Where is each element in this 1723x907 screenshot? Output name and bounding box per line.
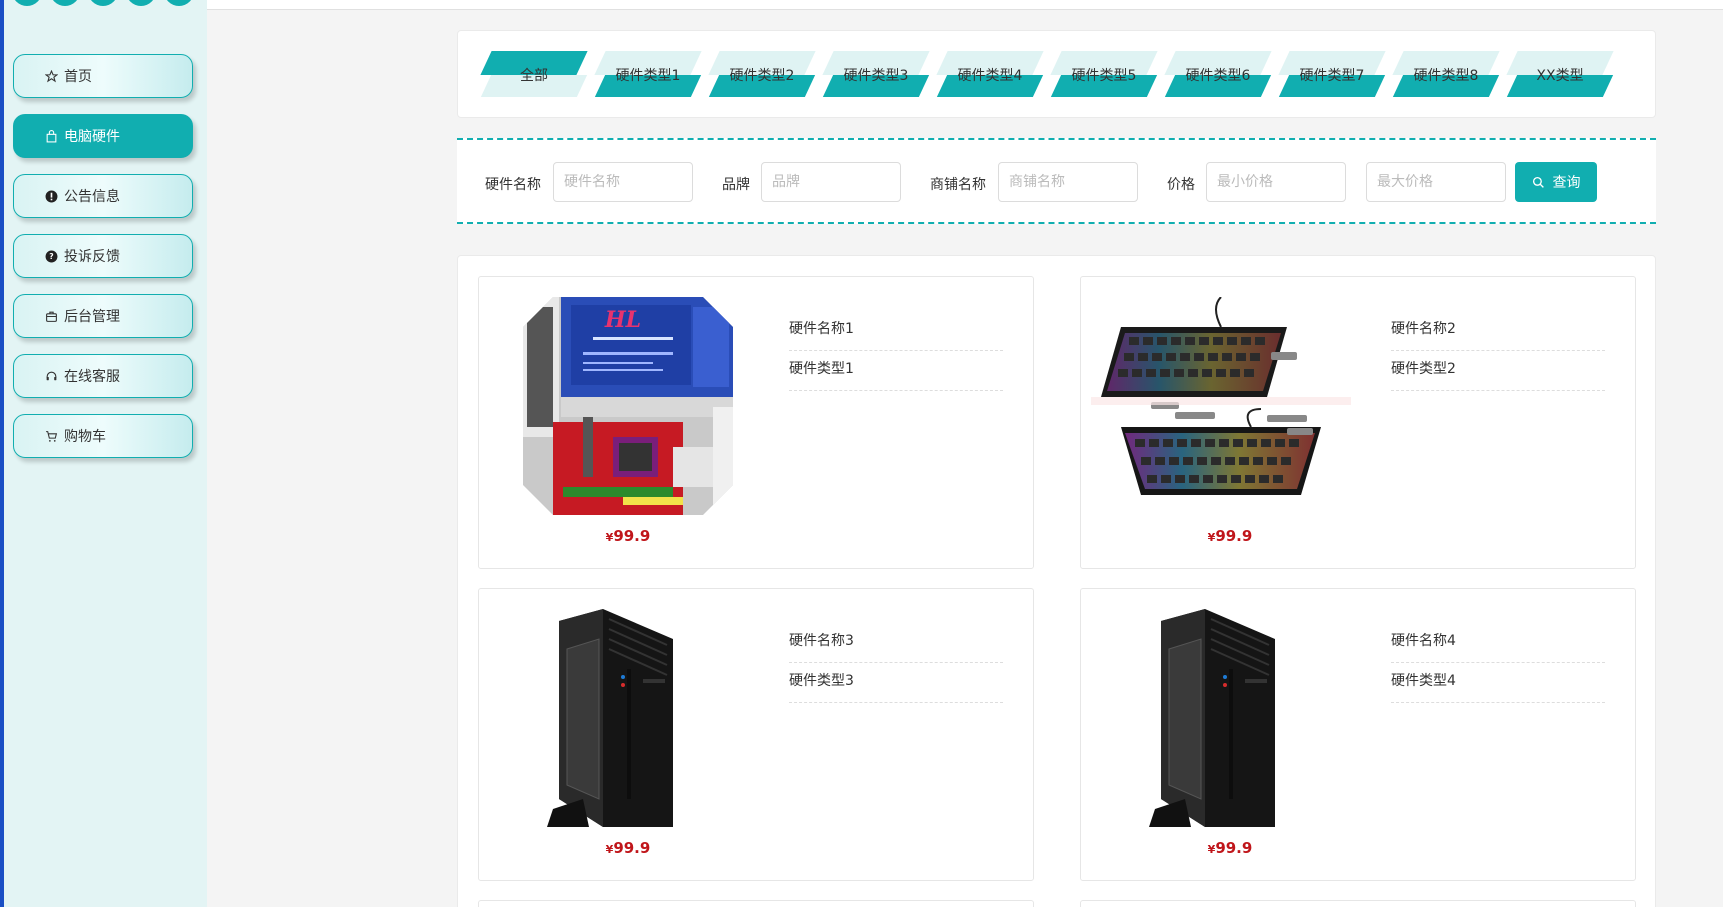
product-image-motherboard[interactable]: HL xyxy=(523,297,733,515)
product-card[interactable]: HL ¥99.9 硬件名称1 硬件类型1 xyxy=(478,276,1034,569)
sidebar-nav: 首页 电脑硬件 公告信息 ? 投诉反馈 后台管理 在线客服 购物车 xyxy=(13,54,193,474)
svg-text:?: ? xyxy=(49,252,53,261)
sidebar-item-label: 投诉反馈 xyxy=(64,249,120,265)
category-tab[interactable]: 硬件类型5 xyxy=(1048,51,1158,97)
category-tab[interactable]: 硬件类型7 xyxy=(1276,51,1386,97)
sidebar-item-label: 在线客服 xyxy=(64,369,120,385)
category-label: 硬件类型2 xyxy=(729,68,795,84)
category-label: 硬件类型8 xyxy=(1413,68,1479,84)
bag-icon xyxy=(44,129,58,143)
sidebar-item-cart[interactable]: 购物车 xyxy=(13,414,193,458)
product-card[interactable] xyxy=(1080,900,1636,907)
search-panel: 硬件名称 品牌 商铺名称 价格 查询 xyxy=(457,138,1656,224)
product-name[interactable]: 硬件名称2 xyxy=(1391,311,1605,351)
product-price: ¥99.9 xyxy=(1207,839,1253,857)
star-icon xyxy=(44,69,58,83)
sidebar-item-admin[interactable]: 后台管理 xyxy=(13,294,193,338)
product-image-pc-case[interactable] xyxy=(523,609,733,827)
category-tab[interactable]: 硬件类型4 xyxy=(934,51,1044,97)
product-price: ¥99.9 xyxy=(605,839,651,857)
sidebar: 首页 电脑硬件 公告信息 ? 投诉反馈 后台管理 在线客服 购物车 xyxy=(4,0,207,907)
category-label: XX类型 xyxy=(1536,68,1584,84)
product-card[interactable] xyxy=(478,900,1034,907)
product-name[interactable]: 硬件名称1 xyxy=(789,311,1003,351)
sidebar-item-label: 公告信息 xyxy=(64,189,120,205)
category-panel: 全部 硬件类型1 硬件类型2 硬件类型3 硬件类型4 硬件类型5 硬件类型6 硬… xyxy=(457,30,1656,118)
product-price: ¥99.9 xyxy=(1207,527,1253,545)
decoration-dot xyxy=(50,0,80,6)
sidebar-item-support[interactable]: 在线客服 xyxy=(13,354,193,398)
category-label: 硬件类型6 xyxy=(1185,68,1251,84)
product-info: 硬件名称1 硬件类型1 xyxy=(789,311,1003,391)
category-tab[interactable]: 硬件类型2 xyxy=(706,51,816,97)
product-card[interactable]: ¥99.9 硬件名称4 硬件类型4 xyxy=(1080,588,1636,881)
product-name[interactable]: 硬件名称3 xyxy=(789,623,1003,663)
sidebar-item-label: 电脑硬件 xyxy=(64,129,120,145)
product-type: 硬件类型2 xyxy=(1391,351,1605,391)
sidebar-item-label: 后台管理 xyxy=(64,309,120,325)
svg-text:HL: HL xyxy=(604,307,641,333)
briefcase-icon xyxy=(44,309,58,323)
search-icon xyxy=(1532,176,1544,188)
decoration-dot xyxy=(126,0,156,6)
category-label: 硬件类型5 xyxy=(1071,68,1137,84)
product-info: 硬件名称2 硬件类型2 xyxy=(1391,311,1605,391)
category-tab[interactable]: 硬件类型1 xyxy=(592,51,702,97)
product-type: 硬件类型3 xyxy=(789,663,1003,703)
decoration-dot xyxy=(12,0,42,6)
category-tab[interactable]: 硬件类型3 xyxy=(820,51,930,97)
product-type: 硬件类型4 xyxy=(1391,663,1605,703)
sidebar-item-label: 首页 xyxy=(64,69,92,85)
brand-input[interactable] xyxy=(761,162,901,202)
hardware-name-input[interactable] xyxy=(553,162,693,202)
top-decoration xyxy=(12,0,194,6)
sidebar-item-feedback[interactable]: ? 投诉反馈 xyxy=(13,234,193,278)
shop-name-input[interactable] xyxy=(998,162,1138,202)
category-label: 硬件类型7 xyxy=(1299,68,1365,84)
sidebar-item-notice[interactable]: 公告信息 xyxy=(13,174,193,218)
top-bar xyxy=(207,0,1723,10)
category-label: 硬件类型3 xyxy=(843,68,909,84)
min-price-input[interactable] xyxy=(1206,162,1346,202)
brand-label: 品牌 xyxy=(722,177,750,193)
sidebar-item-hardware[interactable]: 电脑硬件 xyxy=(13,114,193,158)
product-price: ¥99.9 xyxy=(605,527,651,545)
max-price-input[interactable] xyxy=(1366,162,1506,202)
product-info: 硬件名称4 硬件类型4 xyxy=(1391,623,1605,703)
shop-name-label: 商铺名称 xyxy=(930,177,986,193)
cart-icon xyxy=(44,429,58,443)
category-label: 硬件类型4 xyxy=(957,68,1023,84)
product-list: HL ¥99.9 硬件名称1 硬件类型1 ¥99.9 硬件名称2 硬件类型2 ¥… xyxy=(457,255,1656,907)
category-label: 全部 xyxy=(520,68,548,84)
price-label: 价格 xyxy=(1167,177,1195,193)
headset-icon xyxy=(44,369,58,383)
category-tab[interactable]: 硬件类型6 xyxy=(1162,51,1272,97)
search-button-label: 查询 xyxy=(1552,175,1581,191)
category-tab[interactable]: XX类型 xyxy=(1504,51,1614,97)
product-info: 硬件名称3 硬件类型3 xyxy=(789,623,1003,703)
product-image-pc-case[interactable] xyxy=(1125,609,1335,827)
product-type: 硬件类型1 xyxy=(789,351,1003,391)
product-card[interactable]: ¥99.9 硬件名称2 硬件类型2 xyxy=(1080,276,1636,569)
product-name[interactable]: 硬件名称4 xyxy=(1391,623,1605,663)
alert-icon xyxy=(44,189,58,203)
sidebar-item-label: 购物车 xyxy=(64,429,106,445)
product-card[interactable]: ¥99.9 硬件名称3 硬件类型3 xyxy=(478,588,1034,881)
category-tab-all[interactable]: 全部 xyxy=(478,51,588,97)
search-button[interactable]: 查询 xyxy=(1515,162,1597,202)
decoration-dot xyxy=(88,0,118,6)
question-icon: ? xyxy=(44,249,58,263)
category-label: 硬件类型1 xyxy=(615,68,681,84)
hardware-name-label: 硬件名称 xyxy=(485,177,541,193)
sidebar-item-home[interactable]: 首页 xyxy=(13,54,193,98)
decoration-dot xyxy=(164,0,194,6)
category-tab[interactable]: 硬件类型8 xyxy=(1390,51,1500,97)
product-image-keyboard[interactable] xyxy=(1091,296,1371,515)
